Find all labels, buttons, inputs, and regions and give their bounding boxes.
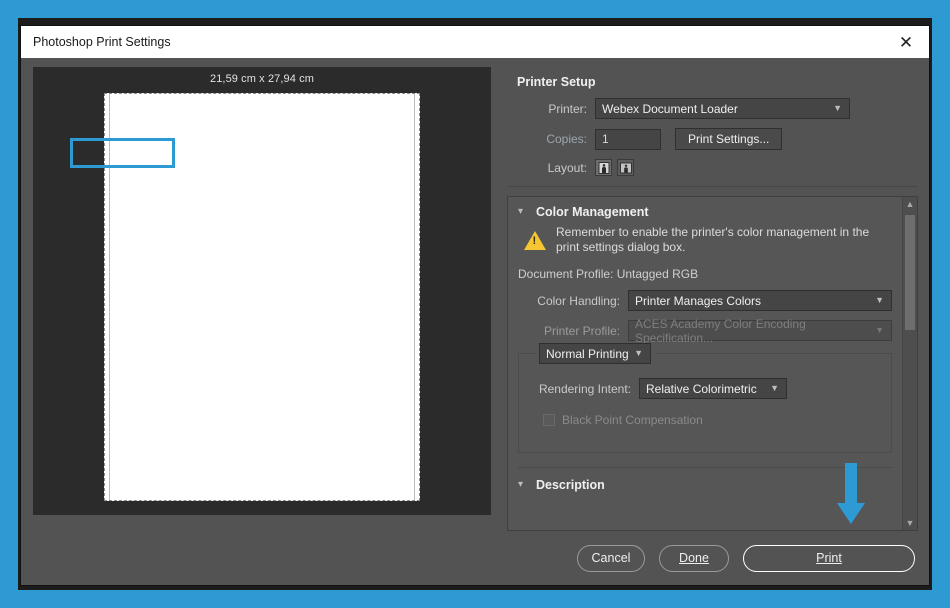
copies-value: 1 <box>602 132 609 146</box>
preview-column: 21,59 cm x 27,94 cm Match Print Colors G… <box>21 58 499 531</box>
printer-label: Printer: <box>517 102 595 116</box>
paper-preview <box>104 93 420 501</box>
chevron-down-icon: ▼ <box>634 349 643 358</box>
preview-dimensions: 21,59 cm x 27,94 cm <box>33 67 491 85</box>
cancel-button[interactable]: Cancel <box>577 545 645 572</box>
rendering-intent-row: Rendering Intent: Relative Colorimetric … <box>531 378 879 399</box>
print-mode-value: Normal Printing <box>546 347 629 361</box>
layout-portrait-icon[interactable] <box>595 159 612 176</box>
warning-text: Remember to enable the printer's color m… <box>556 225 892 255</box>
layout-row: Layout: <box>517 159 908 176</box>
printer-setup-title: Printer Setup <box>517 75 908 89</box>
title-bar: Photoshop Print Settings ✕ <box>21 26 929 58</box>
color-management-warning: Remember to enable the printer's color m… <box>518 225 892 255</box>
checkbox-box <box>543 414 555 426</box>
printer-profile-row: Printer Profile: ACES Academy Color Enco… <box>518 320 892 341</box>
color-management-title: Color Management <box>536 205 649 219</box>
print-mode-group: Normal Printing ▼ Rendering Intent: Rela… <box>518 353 892 453</box>
printer-profile-select: ACES Academy Color Encoding Specificatio… <box>628 320 892 341</box>
settings-scrollbar[interactable]: ▲ ▼ <box>902 197 917 530</box>
chevron-down-icon[interactable]: ▼ <box>903 516 917 530</box>
scrollbar-thumb[interactable] <box>905 215 915 330</box>
print-button[interactable]: Print <box>743 545 915 572</box>
chevron-down-icon: ▼ <box>875 326 884 335</box>
scrollbar-track[interactable] <box>903 211 917 516</box>
print-preview[interactable]: 21,59 cm x 27,94 cm <box>33 67 491 515</box>
chevron-down-icon: ▾ <box>518 480 528 490</box>
color-management-panel: ▾ Color Management Remember to enable th… <box>507 196 918 531</box>
checkbox-label: Black Point Compensation <box>562 413 703 427</box>
layout-landscape-icon[interactable] <box>617 159 634 176</box>
print-settings-dialog: Photoshop Print Settings ✕ 21,59 cm x 27… <box>20 25 930 586</box>
dialog-body: 21,59 cm x 27,94 cm Match Print Colors G… <box>21 58 929 531</box>
printer-profile-value: ACES Academy Color Encoding Specificatio… <box>635 317 885 345</box>
rendering-intent-value: Relative Colorimetric <box>646 382 757 396</box>
layout-label: Layout: <box>517 161 595 175</box>
close-icon[interactable]: ✕ <box>883 26 929 58</box>
printer-profile-label: Printer Profile: <box>518 324 628 338</box>
layout-icon-group <box>595 159 634 176</box>
color-management-content: ▾ Color Management Remember to enable th… <box>508 197 902 530</box>
printer-select[interactable]: Webex Document Loader ▼ <box>595 98 850 119</box>
copies-field[interactable]: 1 <box>595 129 661 150</box>
description-header[interactable]: ▾ Description <box>518 478 892 492</box>
chevron-down-icon: ▼ <box>770 384 779 393</box>
paper-margin-left <box>109 94 110 500</box>
chevron-down-icon: ▼ <box>833 104 842 113</box>
cancel-label: Cancel <box>592 551 631 565</box>
chevron-down-icon: ▾ <box>518 207 528 217</box>
done-button[interactable]: Done <box>659 545 729 572</box>
chevron-down-icon: ▼ <box>875 296 884 305</box>
done-label: Done <box>679 551 709 565</box>
settings-column: Printer Setup Printer: Webex Document Lo… <box>499 58 929 531</box>
color-handling-row: Color Handling: Printer Manages Colors ▼ <box>518 290 892 311</box>
printer-setup-section: Printer Setup Printer: Webex Document Lo… <box>507 67 918 187</box>
rendering-intent-label: Rendering Intent: <box>531 382 639 396</box>
color-handling-value: Printer Manages Colors <box>635 294 761 308</box>
dialog-footer: Cancel Done Print <box>21 531 929 585</box>
paper-margin-right <box>414 94 415 500</box>
checkbox-black-point-compensation: Black Point Compensation <box>543 413 879 427</box>
print-mode-select[interactable]: Normal Printing ▼ <box>539 343 651 364</box>
color-management-header[interactable]: ▾ Color Management <box>518 205 892 219</box>
description-title: Description <box>536 478 605 492</box>
printer-select-value: Webex Document Loader <box>602 102 738 116</box>
print-mode-legend: Normal Printing ▼ <box>535 343 655 364</box>
copies-label: Copies: <box>517 132 595 146</box>
print-settings-button[interactable]: Print Settings... <box>675 128 782 150</box>
document-profile: Document Profile: Untagged RGB <box>518 267 892 281</box>
rendering-intent-select[interactable]: Relative Colorimetric ▼ <box>639 378 787 399</box>
copies-row: Copies: 1 Print Settings... <box>517 128 908 150</box>
color-handling-label: Color Handling: <box>518 294 628 308</box>
paper-sheet <box>104 93 420 501</box>
window-title: Photoshop Print Settings <box>33 35 171 49</box>
print-label: Print <box>816 551 842 565</box>
color-handling-select[interactable]: Printer Manages Colors ▼ <box>628 290 892 311</box>
chevron-up-icon[interactable]: ▲ <box>903 197 917 211</box>
section-divider <box>518 467 892 468</box>
printer-row: Printer: Webex Document Loader ▼ <box>517 98 908 119</box>
warning-triangle-icon <box>524 231 546 250</box>
